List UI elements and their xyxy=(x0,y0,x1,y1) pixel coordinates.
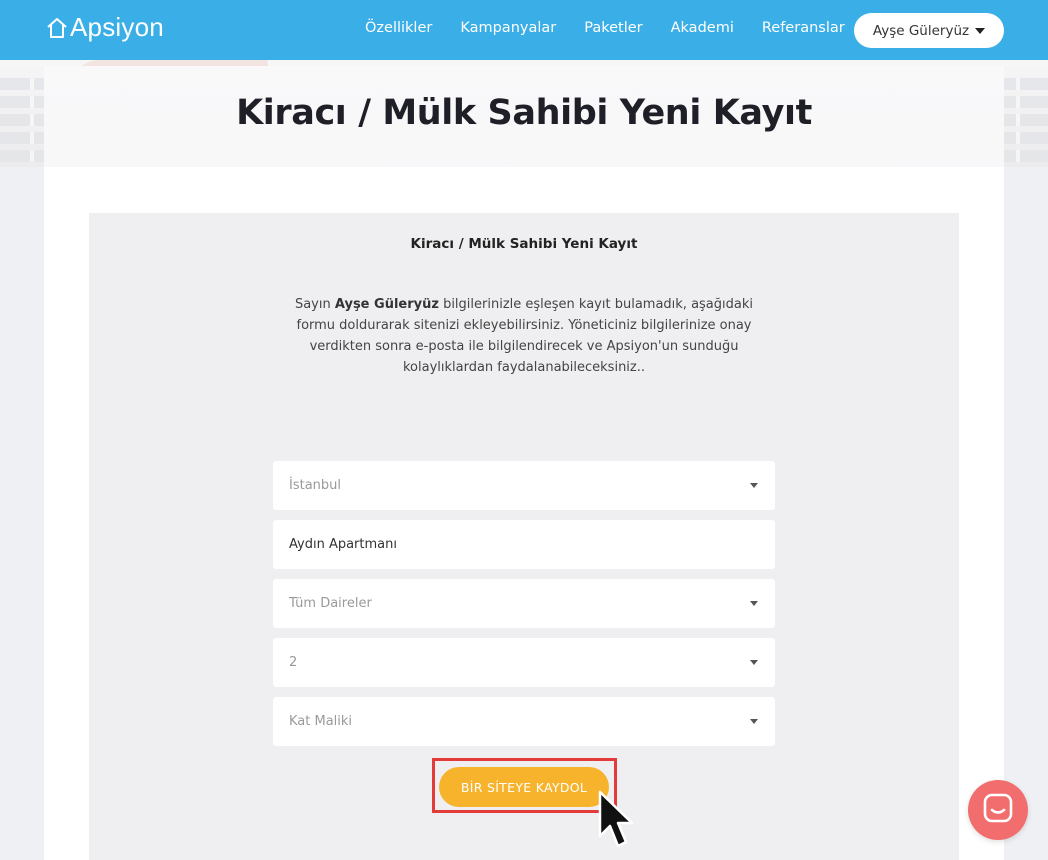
main-nav: Özellikler Kampanyalar Paketler Akademi … xyxy=(365,20,873,36)
chat-widget-button[interactable] xyxy=(968,780,1028,840)
nav-link-ozellikler[interactable]: Özellikler xyxy=(365,20,432,36)
role-select-value: Kat Maliki xyxy=(289,714,353,729)
page-title: Kiracı / Mülk Sahibi Yeni Kayıt xyxy=(236,93,812,133)
home-icon xyxy=(46,16,68,40)
nav-link-referanslar[interactable]: Referanslar xyxy=(762,20,845,36)
form-heading: Kiracı / Mülk Sahibi Yeni Kayıt xyxy=(410,236,638,252)
dropdown-arrow-icon xyxy=(750,719,758,724)
city-select[interactable]: İstanbul xyxy=(273,461,775,510)
submit-button[interactable]: BİR SİTEYE KAYDOL xyxy=(439,767,609,807)
block-select[interactable]: Tüm Daireler xyxy=(273,579,775,628)
city-select-value: İstanbul xyxy=(289,478,342,493)
user-menu-button[interactable]: Ayşe Güleryüz xyxy=(854,13,1004,48)
site-field[interactable]: Aydın Apartmanı xyxy=(273,520,775,569)
user-name: Ayşe Güleryüz xyxy=(872,22,970,39)
site-field-value: Aydın Apartmanı xyxy=(289,537,397,552)
dropdown-arrow-icon xyxy=(750,483,758,488)
dropdown-arrow-icon xyxy=(750,601,758,606)
apartment-select-value: 2 xyxy=(289,655,298,670)
intro-user-name: Ayşe Güleryüz xyxy=(334,297,439,312)
chat-smile-icon xyxy=(982,792,1014,828)
role-select[interactable]: Kat Maliki xyxy=(273,697,775,746)
nav-link-akademi[interactable]: Akademi xyxy=(671,20,734,36)
nav-link-kampanyalar[interactable]: Kampanyalar xyxy=(460,20,556,36)
caret-down-icon xyxy=(975,27,986,34)
block-select-value: Tüm Daireler xyxy=(289,596,372,611)
brand-name: Apsiyon xyxy=(70,12,164,42)
nav-link-paketler[interactable]: Paketler xyxy=(584,20,642,36)
top-navbar: Apsiyon Özellikler Kampanyalar Paketler … xyxy=(0,0,1048,60)
apartment-select[interactable]: 2 xyxy=(273,638,775,687)
brand-logo[interactable]: Apsiyon xyxy=(46,12,164,43)
intro-text: Sayın Ayşe Güleryüz bilgilerinizle eşleş… xyxy=(294,297,754,375)
dropdown-arrow-icon xyxy=(750,660,758,665)
mouse-pointer-icon xyxy=(598,790,638,856)
